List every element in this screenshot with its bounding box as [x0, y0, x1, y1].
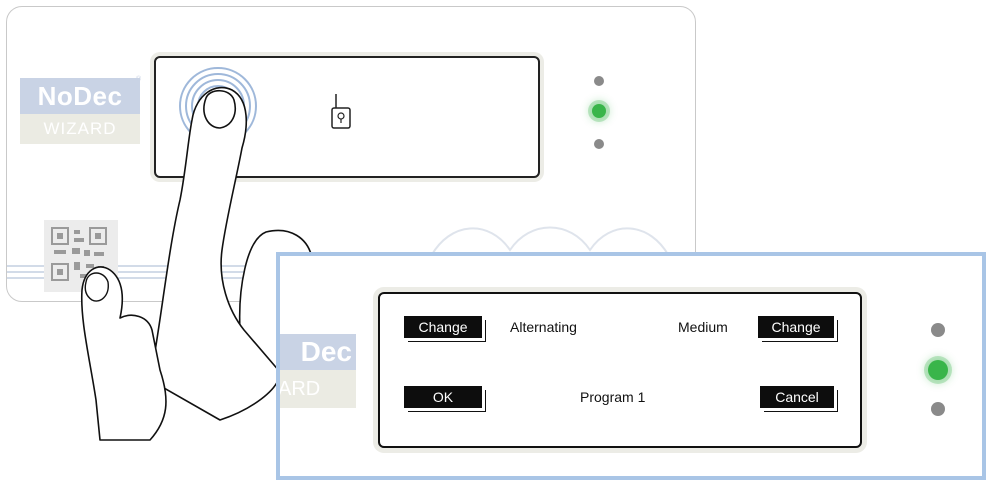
zoom-logo-subtitle: ARD [280, 370, 356, 408]
program-label: Program 1 [580, 389, 646, 405]
zoom-inset-panel: Dec ARD Change Alternating Medium Change… [276, 252, 986, 480]
cancel-button[interactable]: Cancel [760, 386, 834, 408]
intensity-label: Medium [678, 319, 728, 335]
change-intensity-button[interactable]: Change [758, 316, 834, 338]
mode-label: Alternating [510, 319, 577, 335]
zoom-led-top [931, 323, 945, 337]
ok-button[interactable]: OK [404, 386, 482, 408]
zoom-logo-wordmark: Dec [280, 334, 356, 370]
display-screen-front: Change Alternating Medium Change OK Prog… [378, 292, 862, 448]
zoom-led-middle-active [928, 360, 948, 380]
zoom-led-bottom [931, 402, 945, 416]
change-mode-button[interactable]: Change [404, 316, 482, 338]
